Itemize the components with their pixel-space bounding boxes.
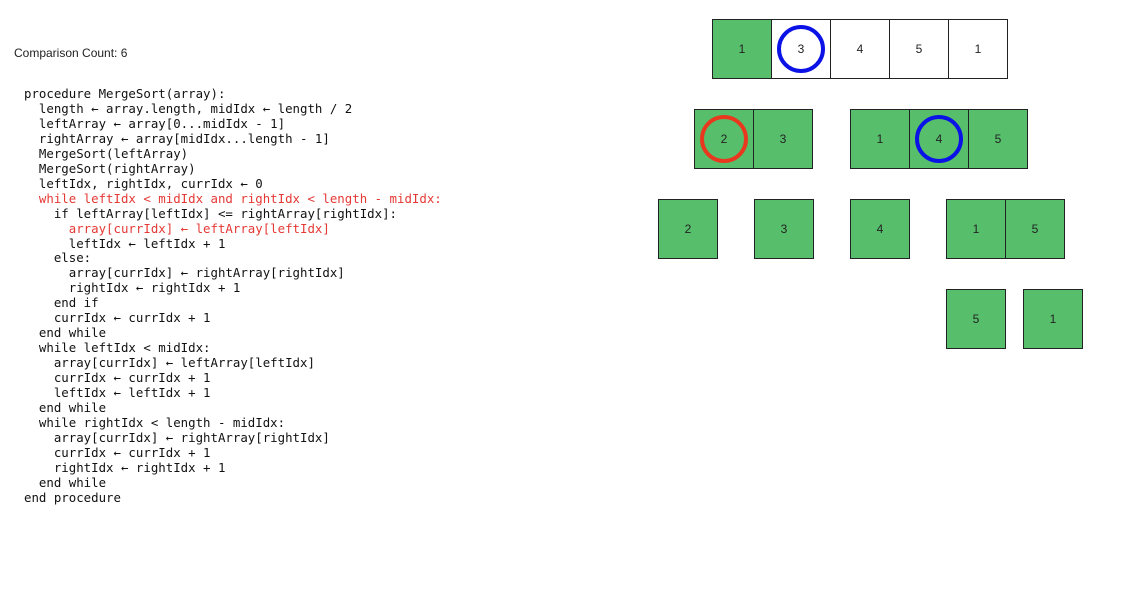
- code-line-highlighted: array[currIdx] ← leftArray[leftIdx]: [24, 220, 330, 236]
- code-line: while rightIdx < length - midIdx:: [24, 414, 286, 430]
- code-line: rightIdx ← rightIdx + 1: [24, 459, 226, 475]
- code-line: leftIdx ← leftIdx + 1: [24, 385, 211, 401]
- cell-value: 3: [779, 132, 787, 146]
- cell-value: 1: [1049, 312, 1057, 326]
- code-line: while leftIdx < midIdx:: [24, 340, 211, 356]
- cell-value: 5: [994, 132, 1002, 146]
- array-root: 1 3 4 5 1: [712, 19, 1008, 79]
- array-right-right: 15: [946, 199, 1065, 259]
- comparison-count: Comparison Count: 6: [14, 46, 128, 60]
- array-cell: 5: [1005, 199, 1065, 259]
- cell-value: 4: [856, 42, 864, 56]
- array-right-right-right: 1: [1023, 289, 1083, 349]
- code-line: rightArray ← array[midIdx...length - 1]: [24, 130, 330, 146]
- code-line: end while: [24, 400, 107, 416]
- array-cell: 3: [771, 19, 831, 79]
- code-line: leftIdx ← leftIdx + 1: [24, 235, 226, 251]
- cell-value: 3: [797, 42, 805, 56]
- array-left-right: 3: [754, 199, 814, 259]
- array-right: 1 4 5: [850, 109, 1028, 169]
- array-left-left: 2: [658, 199, 718, 259]
- code-line: procedure MergeSort(array):: [24, 86, 226, 101]
- code-line: rightIdx ← rightIdx + 1: [24, 280, 241, 296]
- cell-value: 1: [738, 42, 746, 56]
- cell-value: 5: [915, 42, 923, 56]
- array-cell: 4: [850, 199, 910, 259]
- code-line: currIdx ← currIdx + 1: [24, 310, 211, 326]
- cell-value: 2: [684, 222, 692, 236]
- code-line: if leftArray[leftIdx] <= rightArray[righ…: [24, 205, 397, 221]
- code-line: array[currIdx] ← rightArray[rightIdx]: [24, 429, 330, 445]
- array-right-left: 4: [850, 199, 910, 259]
- code-line: leftIdx, rightIdx, currIdx ← 0: [24, 175, 263, 191]
- array-cell: 3: [753, 109, 813, 169]
- code-line: array[currIdx] ← rightArray[rightIdx]: [24, 265, 345, 281]
- pseudocode-block: procedure MergeSort(array): length ← arr…: [24, 86, 442, 506]
- cell-value: 2: [720, 132, 728, 146]
- array-left: 23: [694, 109, 813, 169]
- code-line: length ← array.length, midIdx ← length /…: [24, 100, 353, 116]
- array-cell: 2: [658, 199, 718, 259]
- code-line: else:: [24, 250, 92, 266]
- code-line-highlighted: while leftIdx < midIdx and rightIdx < le…: [24, 190, 442, 206]
- code-line: leftArray ← array[0...midIdx - 1]: [24, 115, 286, 131]
- cell-value: 1: [974, 42, 982, 56]
- cell-value: 1: [876, 132, 884, 146]
- array-cell: 1: [948, 19, 1008, 79]
- cell-value: 3: [780, 222, 788, 236]
- array-cell: 2: [694, 109, 754, 169]
- array-cell: 3: [754, 199, 814, 259]
- code-line: MergeSort(leftArray): [24, 145, 189, 161]
- array-cell: 1: [946, 199, 1006, 259]
- code-line: MergeSort(rightArray): [24, 160, 196, 176]
- code-line: end procedure: [24, 489, 121, 505]
- code-line: currIdx ← currIdx + 1: [24, 370, 211, 386]
- code-line: end while: [24, 474, 107, 490]
- array-cell: 4: [830, 19, 890, 79]
- array-cell: 4: [909, 109, 969, 169]
- code-line: array[currIdx] ← leftArray[leftIdx]: [24, 355, 315, 371]
- cell-value: 5: [972, 312, 980, 326]
- array-cell: 1: [850, 109, 910, 169]
- code-line: currIdx ← currIdx + 1: [24, 444, 211, 460]
- cell-value: 4: [935, 132, 943, 146]
- array-cell: 1: [1023, 289, 1083, 349]
- code-line: end if: [24, 295, 99, 311]
- array-cell: 5: [889, 19, 949, 79]
- cell-value: 5: [1031, 222, 1039, 236]
- cell-value: 4: [876, 222, 884, 236]
- array-right-right-left: 5: [946, 289, 1006, 349]
- cell-value: 1: [972, 222, 980, 236]
- array-cell: 5: [946, 289, 1006, 349]
- code-line: end while: [24, 325, 107, 341]
- array-cell: 5: [968, 109, 1028, 169]
- array-cell: 1: [712, 19, 772, 79]
